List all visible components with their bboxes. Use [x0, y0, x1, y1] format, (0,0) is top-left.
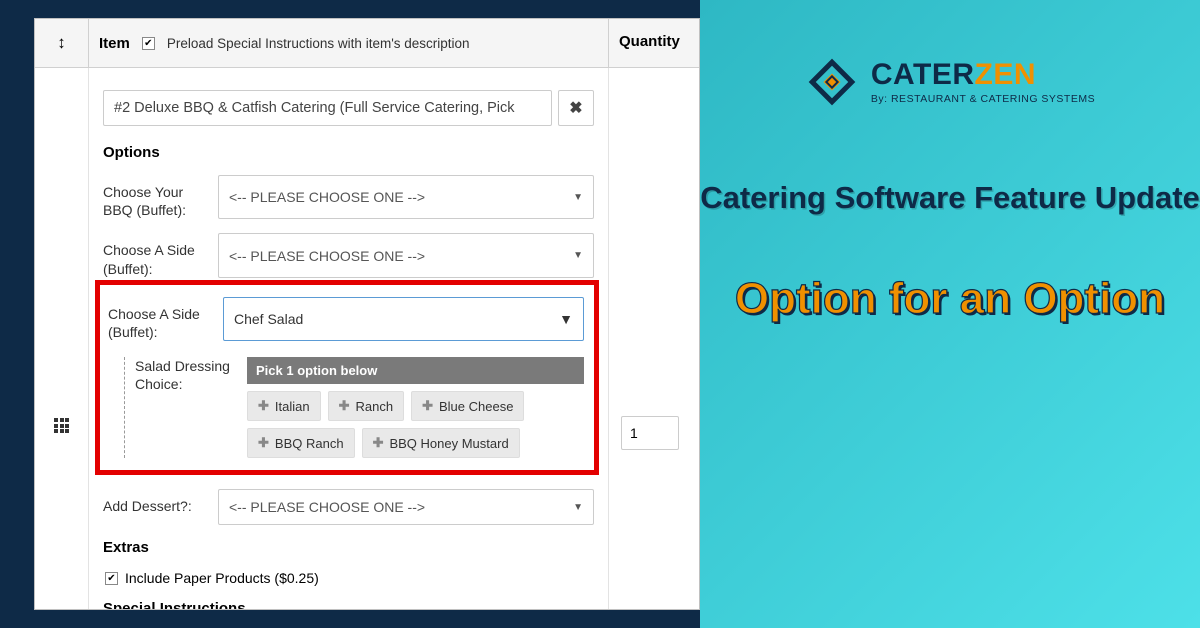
option-select-side1[interactable]: <-- PLEASE CHOOSE ONE --> ▼	[218, 233, 594, 277]
plus-icon: ✚	[258, 435, 269, 451]
option-select-dessert[interactable]: <-- PLEASE CHOOSE ONE --> ▼	[218, 489, 594, 525]
paper-products-label: Include Paper Products ($0.25)	[125, 570, 319, 586]
option-row-bbq: Choose Your BBQ (Buffet): <-- PLEASE CHO…	[103, 175, 594, 219]
logo-word1: CATER	[871, 58, 975, 91]
extras-item-row: ✔ Include Paper Products ($0.25)	[105, 570, 594, 586]
option-label: Choose A Side (Buffet):	[103, 233, 208, 277]
nested-option-label: Salad Dressing Choice:	[135, 357, 235, 458]
chevron-down-icon: ▼	[573, 502, 583, 513]
option-row-side1: Choose A Side (Buffet): <-- PLEASE CHOOS…	[103, 233, 594, 277]
paper-products-checkbox[interactable]: ✔	[105, 572, 118, 585]
logo-text: CATERZEN By: RESTAURANT & CATERING SYSTE…	[871, 59, 1095, 105]
plus-icon: ✚	[339, 398, 350, 414]
option-value: Chef Salad	[234, 311, 303, 327]
sort-column	[35, 68, 89, 610]
item-column: #2 Deluxe BBQ & Catfish Catering (Full S…	[89, 68, 609, 610]
plus-icon: ✚	[422, 398, 433, 414]
option-select-bbq[interactable]: <-- PLEASE CHOOSE ONE --> ▼	[218, 175, 594, 219]
chip-bbq-honey-mustard[interactable]: ✚BBQ Honey Mustard	[362, 428, 520, 458]
chip-list: ✚Italian ✚Ranch ✚Blue Cheese ✚BBQ Ranch …	[247, 391, 584, 458]
table-body: #2 Deluxe BBQ & Catfish Catering (Full S…	[35, 68, 699, 610]
option-label: Add Dessert?:	[103, 489, 208, 525]
headline-secondary: Option for an Option	[735, 273, 1165, 326]
option-select-side2[interactable]: Chef Salad ▼	[223, 297, 584, 341]
drag-handle-icon[interactable]	[54, 418, 70, 434]
pick-header: Pick 1 option below	[247, 357, 584, 384]
chip-blue-cheese[interactable]: ✚Blue Cheese	[411, 391, 524, 421]
right-panel: CATERZEN By: RESTAURANT & CATERING SYSTE…	[700, 0, 1200, 628]
remove-item-button[interactable]: ✖	[558, 90, 594, 126]
option-row-dessert: Add Dessert?: <-- PLEASE CHOOSE ONE --> …	[103, 489, 594, 525]
preload-label: Preload Special Instructions with item's…	[167, 36, 470, 51]
qty-column: 1	[609, 68, 699, 610]
chip-italian[interactable]: ✚Italian	[247, 391, 321, 421]
logo-word2: ZEN	[975, 58, 1037, 91]
extras-heading: Extras	[103, 539, 594, 556]
plus-icon: ✚	[258, 398, 269, 414]
option-value: <-- PLEASE CHOOSE ONE -->	[229, 248, 425, 264]
chip-ranch[interactable]: ✚Ranch	[328, 391, 404, 421]
logo-byline: By: RESTAURANT & CATERING SYSTEMS	[871, 94, 1095, 105]
item-name-row: #2 Deluxe BBQ & Catfish Catering (Full S…	[103, 90, 594, 126]
item-name-input[interactable]: #2 Deluxe BBQ & Catfish Catering (Full S…	[103, 90, 552, 126]
item-column-header: Item ✔ Preload Special Instructions with…	[89, 19, 609, 67]
brand-logo: CATERZEN By: RESTAURANT & CATERING SYSTE…	[805, 55, 1095, 109]
option-value: <-- PLEASE CHOOSE ONE -->	[229, 189, 425, 205]
option-value: <-- PLEASE CHOOSE ONE -->	[229, 499, 425, 515]
logo-icon	[805, 55, 859, 109]
headline-primary: Catering Software Feature Update	[700, 179, 1200, 218]
qty-column-header: Quantity	[609, 19, 699, 67]
chevron-down-icon: ▼	[573, 250, 583, 261]
sort-column-header[interactable]: ↕	[35, 19, 89, 67]
screenshot-window: ↕ Item ✔ Preload Special Instructions wi…	[34, 18, 700, 610]
chevron-down-icon: ▼	[573, 192, 583, 203]
chevron-down-icon: ▼	[559, 311, 573, 327]
item-header-label: Item	[99, 35, 130, 52]
nested-option-choices: Pick 1 option below ✚Italian ✚Ranch ✚Blu…	[247, 357, 584, 458]
options-heading: Options	[103, 144, 594, 161]
left-panel: ↕ Item ✔ Preload Special Instructions wi…	[0, 0, 700, 628]
special-instructions-heading: Special Instructions	[103, 600, 594, 610]
nested-option-row: Salad Dressing Choice: Pick 1 option bel…	[124, 357, 584, 458]
option-label: Choose Your BBQ (Buffet):	[103, 175, 208, 219]
plus-icon: ✚	[373, 435, 384, 451]
preload-checkbox[interactable]: ✔	[142, 37, 155, 50]
table-header: ↕ Item ✔ Preload Special Instructions wi…	[35, 19, 699, 68]
feature-highlight-box: Choose A Side (Buffet): Chef Salad ▼ Sal…	[95, 280, 599, 475]
chip-bbq-ranch[interactable]: ✚BBQ Ranch	[247, 428, 355, 458]
quantity-input[interactable]: 1	[621, 416, 679, 450]
option-label: Choose A Side (Buffet):	[108, 297, 213, 341]
option-row-side2: Choose A Side (Buffet): Chef Salad ▼	[108, 297, 584, 341]
